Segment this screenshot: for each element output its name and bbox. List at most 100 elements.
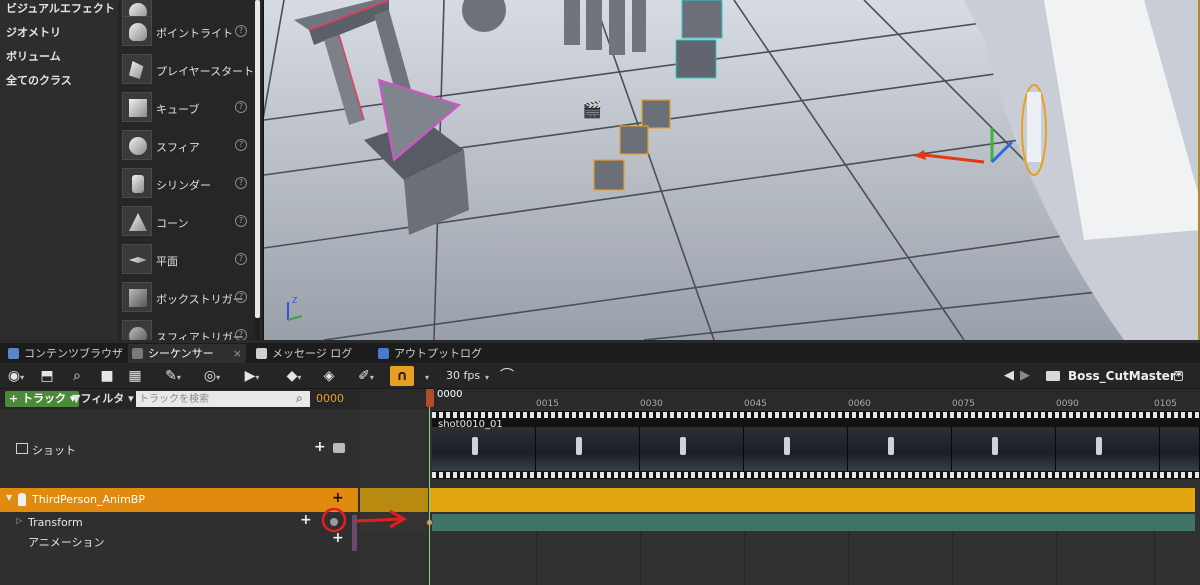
film-perforation [432, 412, 1200, 418]
track-row-animation[interactable]: アニメーション + [0, 530, 358, 549]
cube-icon [122, 92, 152, 122]
filter-button[interactable]: ▼フィルタ ▾ [72, 391, 134, 407]
help-icon[interactable]: ? [235, 329, 247, 340]
transform-section[interactable] [432, 514, 1195, 531]
grid-line [640, 531, 641, 585]
tab-label: アウトプットログ [394, 347, 482, 360]
clapboard-icon[interactable]: ▦ [124, 366, 146, 386]
track-row-transform[interactable]: ▷ Transform + [0, 512, 358, 531]
actor-label: スフィア [156, 141, 200, 154]
actor-list-scrollbar[interactable] [255, 0, 260, 340]
category-geometry[interactable]: ジオメトリ [6, 24, 61, 40]
back-arrow-icon[interactable]: ◀ [1004, 366, 1014, 386]
category-visual-effects[interactable]: ビジュアルエフェクト [6, 0, 115, 16]
grid-line [1056, 531, 1057, 585]
track-search-input[interactable] [136, 391, 310, 407]
tab-label: コンテンツブラウザ [24, 347, 123, 360]
actor-item-cube[interactable]: キューブ ? [118, 90, 255, 126]
actor-item-sphere[interactable]: スフィア ? [118, 128, 255, 164]
add-key-plus-icon[interactable]: + [300, 512, 312, 528]
fps-chevron-down-icon[interactable]: ▾ [482, 366, 492, 386]
actor-item-cylinder[interactable]: シリンダー ? [118, 166, 255, 202]
shot-thumbnail [536, 427, 640, 471]
current-frame-field[interactable]: 0000 [316, 391, 344, 407]
tab-message-log[interactable]: メッセージ ログ [252, 344, 368, 363]
help-icon[interactable]: ? [235, 101, 247, 113]
shot-name: shot0010_01 [438, 419, 503, 430]
expand-triangle-icon[interactable]: ▼ [6, 493, 12, 502]
actor-item-box-trigger[interactable]: ボックストリガー ? [118, 280, 255, 316]
world-settings-icon[interactable]: ◉▾ [4, 366, 28, 386]
tab-content-browser[interactable]: コンテンツブラウザ [4, 344, 126, 363]
track-row-shot[interactable]: ショット + [0, 429, 358, 469]
scrollbar-thumb[interactable] [255, 0, 260, 318]
shot-thumbnail [1160, 427, 1200, 471]
red-annotation-arrow [321, 507, 408, 533]
shot-section[interactable]: shot0010_01 [432, 411, 1200, 479]
forward-arrow-icon[interactable]: ▶ [1020, 366, 1030, 386]
tick-label: 0060 [848, 399, 871, 409]
animbp-section[interactable] [430, 488, 1195, 512]
sequencer-icon [132, 348, 143, 359]
playhead-handle[interactable] [426, 389, 434, 407]
track-label-shot: ショット [32, 444, 76, 457]
tick-label: 0075 [952, 399, 975, 409]
add-track-plus-icon[interactable]: + [332, 490, 344, 506]
actor-item-plane[interactable]: 平面 ? [118, 242, 255, 278]
grid-line [952, 531, 953, 585]
play-icon[interactable]: ▶▾ [238, 366, 266, 386]
camera-icon[interactable]: ■ [96, 366, 118, 386]
help-icon[interactable]: ? [235, 253, 247, 265]
time-ruler[interactable]: 0015 0030 0045 0060 0075 0090 0105 [360, 389, 1200, 409]
close-icon[interactable]: × [233, 344, 242, 363]
playhead-line[interactable] [429, 407, 430, 585]
key-tangent-icon[interactable]: ◈ [318, 366, 340, 386]
camera-icon[interactable] [333, 443, 345, 453]
help-icon[interactable]: ? [235, 139, 247, 151]
level-viewport[interactable]: 🎬 Z [262, 0, 1200, 340]
snap-magnet-icon[interactable]: ∩ [390, 366, 414, 386]
curve-editor-icon[interactable]: ⌒ [496, 366, 518, 386]
tick-label: 0045 [744, 399, 767, 409]
save-icon[interactable]: ⬒ [36, 366, 58, 386]
help-icon[interactable]: ? [235, 215, 247, 227]
category-all-classes[interactable]: 全てのクラス [6, 72, 72, 88]
track-label-animbp: ThirdPerson_AnimBP [32, 493, 145, 506]
actor-label: ボックストリガー [156, 293, 244, 306]
camera-actor-icon: 🎬 [582, 100, 602, 119]
plane-icon [122, 244, 152, 274]
actor-item-player-start[interactable]: プレイヤースタート [118, 52, 255, 88]
shot-thumbnail [848, 427, 952, 471]
actor-item-sphere-trigger[interactable]: スフィアトリガー ? [118, 318, 255, 340]
search-icon[interactable]: ⌕ [66, 366, 88, 386]
help-icon[interactable]: ? [235, 291, 247, 303]
tab-sequencer[interactable]: シーケンサー × [128, 344, 246, 363]
add-track-button[interactable]: + トラック ▾ [5, 391, 80, 407]
settings-wrench-icon[interactable]: ✎▾ [158, 366, 188, 386]
help-icon[interactable]: ? [235, 25, 247, 37]
sequence-name[interactable]: Boss_CutMaster* [1068, 366, 1182, 386]
add-shot-plus-icon[interactable]: + [314, 439, 326, 455]
key-diamond-icon[interactable]: ◆▾ [278, 366, 310, 386]
edit-pen-icon[interactable]: ✐▾ [352, 366, 380, 386]
track-row-animbp[interactable]: ▼ ThirdPerson_AnimBP + [0, 488, 358, 512]
panel-tab-bar: コンテンツブラウザ シーケンサー × メッセージ ログ アウトプットログ [0, 343, 1200, 363]
tab-output-log[interactable]: アウトプットログ [374, 344, 492, 363]
snap-options-chevron-down-icon[interactable]: ▾ [420, 366, 434, 386]
grid-line [744, 531, 745, 585]
shot-thumbnail [1056, 427, 1160, 471]
fps-selector[interactable]: 30 fps [446, 366, 480, 386]
search-icon[interactable]: ⌕ [296, 391, 303, 406]
sphere-trigger-icon [122, 320, 152, 340]
help-icon[interactable]: ? [235, 177, 247, 189]
actor-item-point-light[interactable]: ポイントライト ? [118, 14, 255, 50]
folder-icon[interactable] [1046, 371, 1060, 381]
playhead-frame: 0000 [437, 389, 463, 400]
actor-item-cone[interactable]: コーン ? [118, 204, 255, 240]
category-volumes[interactable]: ボリューム [6, 48, 61, 64]
expand-triangle-icon[interactable]: ▷ [16, 516, 22, 525]
eye-icon[interactable]: ◎▾ [196, 366, 228, 386]
lock-icon[interactable] [1174, 371, 1183, 381]
shot-thumbnail [640, 427, 744, 471]
timeline-area[interactable]: 0015 0030 0045 0060 0075 0090 0105 shot0… [360, 389, 1200, 585]
